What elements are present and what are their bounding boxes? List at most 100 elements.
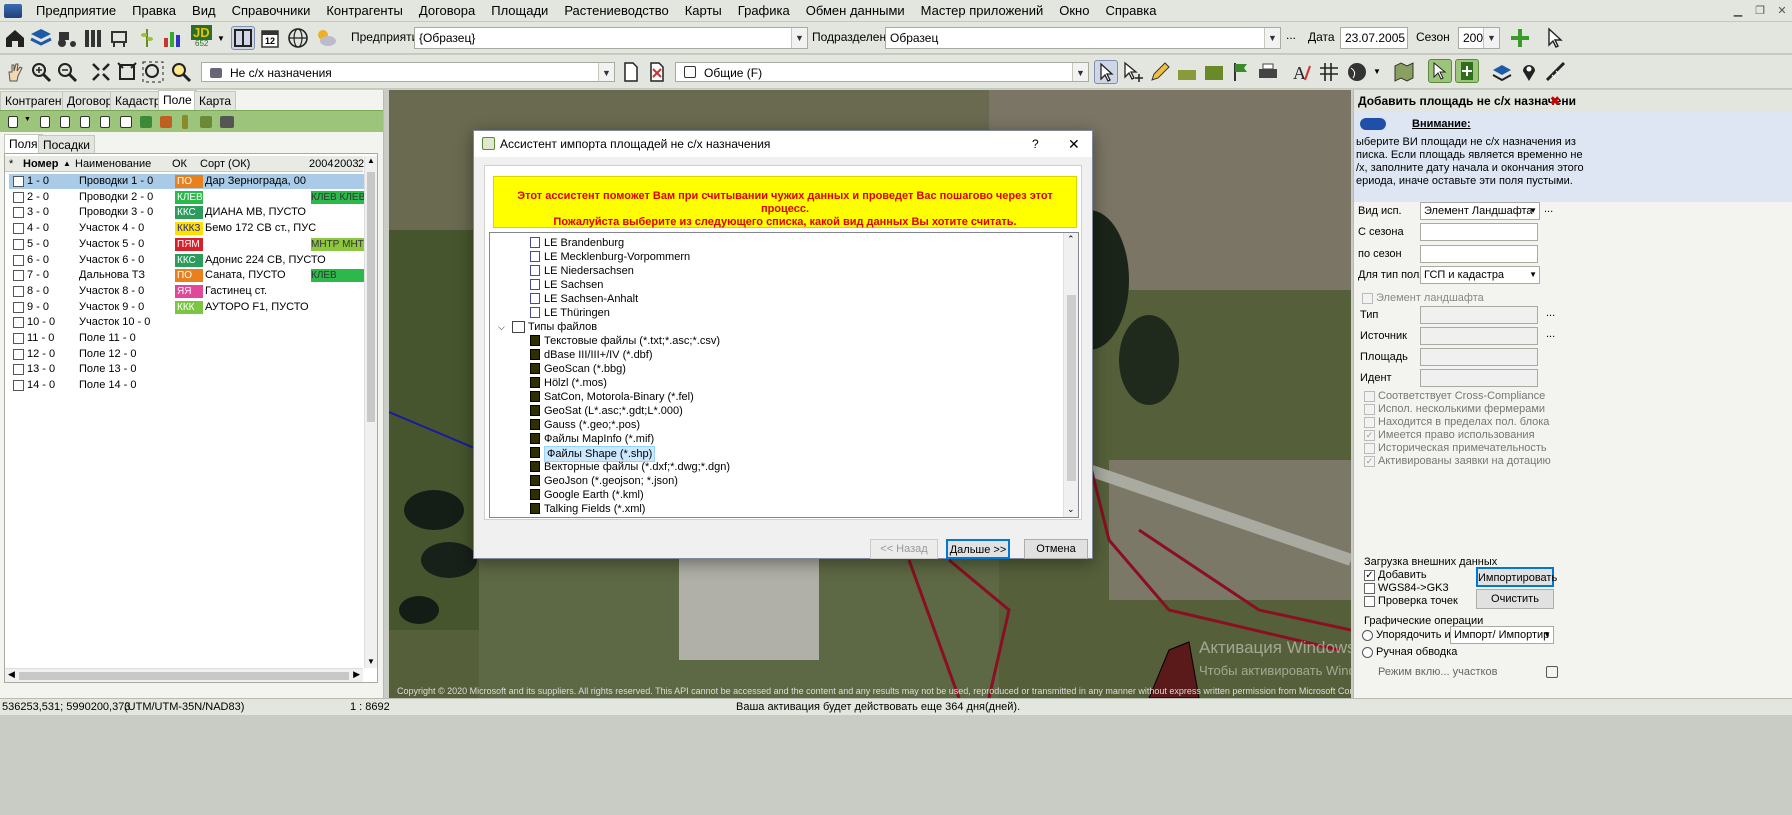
col-name[interactable]: Наименование xyxy=(75,156,151,172)
horizontal-scrollbar[interactable]: ◀ ▶ xyxy=(5,668,363,682)
chevron-down-icon[interactable]: ▼ xyxy=(1264,28,1280,48)
select-add-icon[interactable] xyxy=(1121,60,1145,84)
home-icon[interactable] xyxy=(3,26,27,50)
row-checkbox[interactable] xyxy=(13,301,24,313)
tree-item[interactable]: LE Thüringen xyxy=(544,306,610,320)
export-icon[interactable] xyxy=(140,116,152,128)
back-button[interactable]: << Назад xyxy=(870,539,938,559)
tree-collapse-icon[interactable]: ⌵ xyxy=(498,322,505,333)
menu-item-predpr[interactable]: Предприятие xyxy=(28,0,124,22)
chevron-down-icon[interactable]: ▼ xyxy=(1373,67,1381,76)
menu-item-crops[interactable]: Растениеводство xyxy=(556,0,676,22)
source-more-button[interactable]: ... xyxy=(1546,328,1555,340)
hand-icon[interactable] xyxy=(3,60,27,84)
restore-icon[interactable]: ❐ xyxy=(1752,3,1768,19)
type-select[interactable] xyxy=(1420,306,1538,324)
tab-field[interactable]: Поле xyxy=(158,90,197,110)
layer-select[interactable]: Не с/х назначения ▼ xyxy=(201,62,615,82)
row-checkbox[interactable] xyxy=(13,191,24,203)
row-checkbox[interactable] xyxy=(13,285,24,297)
select-arrow-icon[interactable] xyxy=(1094,60,1118,84)
tree-scroll-thumb[interactable] xyxy=(1067,295,1076,481)
table-row[interactable]: 8 - 0 Участок 8 - 0 ЯЯ Гастинец ст. xyxy=(9,284,367,299)
chevron-right-icon[interactable]: ▶ xyxy=(353,669,360,680)
property-checkbox[interactable]: ✓ xyxy=(1364,430,1375,441)
tree-item[interactable]: LE Brandenburg xyxy=(544,236,624,250)
manual-radio[interactable] xyxy=(1362,647,1373,658)
from-season-spinner[interactable] xyxy=(1420,223,1538,241)
row-checkbox[interactable] xyxy=(13,380,24,392)
zoom-extent-icon[interactable] xyxy=(141,60,165,84)
hierarchy-icon[interactable] xyxy=(220,116,234,128)
tree-item[interactable]: LE Mecklenburg-Vorpommern xyxy=(544,250,690,264)
menu-item-graphics[interactable]: Графика xyxy=(730,0,798,22)
tree-group-file-types[interactable]: Типы файлов xyxy=(528,320,597,334)
table-row[interactable]: 11 - 0 Поле 11 - 0 xyxy=(9,331,367,346)
tree-item[interactable]: Talking Fields (*.xml) xyxy=(544,502,645,516)
collapse-icon[interactable] xyxy=(89,60,113,84)
table-row[interactable]: 9 - 0 Участок 9 - 0 ККК АУТОРО F1, ПУСТО xyxy=(9,300,367,315)
tractor-icon[interactable] xyxy=(55,26,79,50)
general-select[interactable]: Общие (F) ▼ xyxy=(675,62,1089,82)
ident-field[interactable] xyxy=(1420,369,1538,387)
field-type-select[interactable]: ГСП и кадастра ▼ xyxy=(1420,266,1540,284)
table-row[interactable]: 4 - 0 Участок 4 - 0 КККЗ Бемо 172 СВ ст., П… xyxy=(9,221,367,236)
col-2003[interactable]: 2003 xyxy=(334,156,358,172)
grid-icon[interactable] xyxy=(1317,60,1341,84)
draw-area-icon[interactable] xyxy=(1202,60,1226,84)
table-row[interactable]: 2 - 0 Проводки 2 - 0 КЛЕВ КЛЕВ КЛЕВ xyxy=(9,190,367,205)
predpr-select[interactable]: {Образец} ▼ xyxy=(414,27,808,49)
chevron-down-icon[interactable]: ▼ xyxy=(1072,63,1088,81)
table-row[interactable]: 12 - 0 Поле 12 - 0 xyxy=(9,347,367,362)
col-ok[interactable]: ОК xyxy=(172,156,187,172)
tree-icon[interactable] xyxy=(200,116,212,128)
table-row[interactable]: 7 - 0 Дальнова ТЗ ПО Саната, ПУСТО КЛЕВ xyxy=(9,268,367,283)
menu-item-wizard[interactable]: Мастер приложений xyxy=(913,0,1052,22)
split-view-icon[interactable] xyxy=(231,26,255,50)
season-select[interactable]: 2005 ▼ xyxy=(1458,27,1500,49)
cart-icon[interactable] xyxy=(107,26,131,50)
source-select[interactable] xyxy=(1420,327,1538,345)
tree-item[interactable]: GeoScan (*.bbg) xyxy=(544,362,626,376)
row-checkbox[interactable] xyxy=(13,333,24,344)
help-button[interactable]: ? xyxy=(1032,131,1039,157)
plant-icon[interactable] xyxy=(182,115,188,129)
podrazd-more-button[interactable]: ... xyxy=(1286,28,1296,42)
table-row[interactable]: 3 - 0 Проводки 3 - 0 ККС ДИАНА МВ, ПУСТО xyxy=(9,205,367,220)
row-checkbox[interactable] xyxy=(13,317,24,329)
new-icon[interactable] xyxy=(8,116,18,128)
property-checkbox[interactable] xyxy=(1364,391,1375,402)
table-row[interactable]: 6 - 0 Участок 6 - 0 ККС Адонис 224 СВ, ПУСТ… xyxy=(9,253,367,268)
tree-item[interactable]: dBase III/III+/IV (*.dbf) xyxy=(544,348,653,362)
resize-grip-icon[interactable] xyxy=(1546,666,1558,678)
ext-wgs-checkbox[interactable] xyxy=(1364,583,1375,594)
tools-icon[interactable] xyxy=(160,116,172,128)
table-row[interactable]: 10 - 0 Участок 10 - 0 xyxy=(9,315,367,330)
table-row[interactable]: 14 - 0 Поле 14 - 0 xyxy=(9,378,367,393)
col-sort[interactable]: Сорт (ОК) xyxy=(200,156,250,172)
draw-line-icon[interactable] xyxy=(1175,60,1199,84)
table-row[interactable]: 5 - 0 Участок 5 - 0 ПЯМ МНТР МНТР xyxy=(9,237,370,252)
flag-icon[interactable] xyxy=(1229,60,1253,84)
menu-item-view[interactable]: Вид xyxy=(184,0,224,22)
menu-item-contracts[interactable]: Договора xyxy=(411,0,483,22)
pencil-icon[interactable] xyxy=(1148,60,1172,84)
zoom-out-icon[interactable] xyxy=(55,60,79,84)
row-checkbox[interactable] xyxy=(13,364,24,376)
printer-icon[interactable] xyxy=(1256,60,1280,84)
property-checkbox[interactable] xyxy=(1364,404,1375,415)
menu-item-refs[interactable]: Справочники xyxy=(224,0,319,22)
tab-map[interactable]: Карта xyxy=(194,91,237,110)
chevron-down-icon[interactable]: ▼ xyxy=(367,657,375,666)
tree-scrollbar[interactable]: ⌃ ⌄ xyxy=(1063,233,1078,517)
search-icon[interactable] xyxy=(169,60,193,84)
row-checkbox[interactable] xyxy=(13,348,24,360)
globe-icon[interactable] xyxy=(286,26,310,50)
cancel-button[interactable]: Отмена xyxy=(1024,539,1088,559)
vertical-scrollbar[interactable]: ▲ ▼ xyxy=(364,156,377,668)
doc-edit-icon[interactable] xyxy=(80,116,90,128)
row-checkbox[interactable] xyxy=(13,223,24,235)
h-scroll-thumb[interactable] xyxy=(19,672,349,680)
menu-item-help[interactable]: Справка xyxy=(1097,0,1164,22)
menu-item-edit[interactable]: Правка xyxy=(124,0,184,22)
